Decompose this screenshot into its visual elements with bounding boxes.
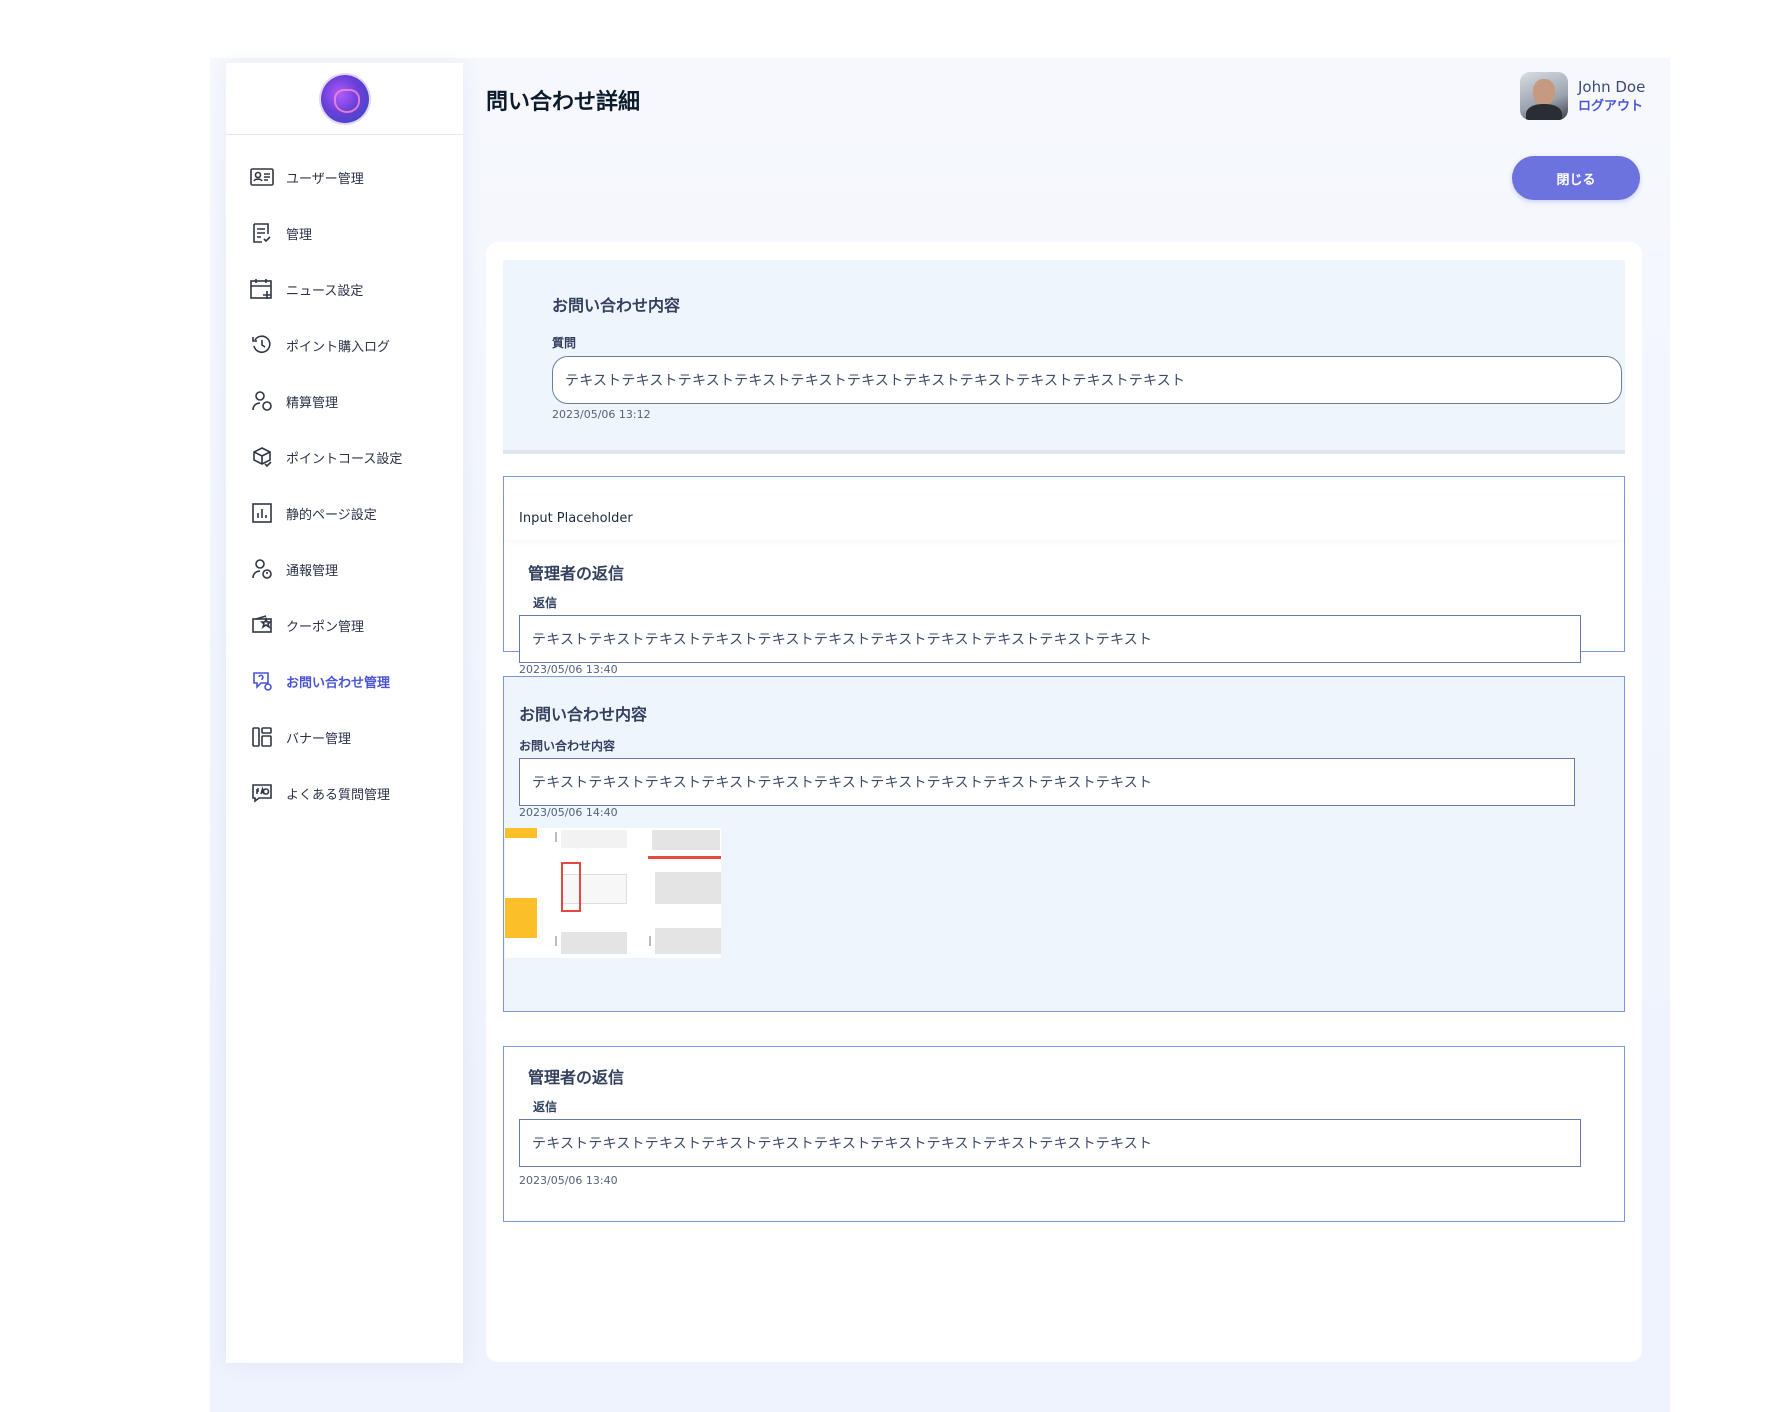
sidebar-item-banner[interactable]: バナー管理 xyxy=(226,709,463,765)
sidebar-item-label: クーポン管理 xyxy=(286,619,365,635)
page: ユーザー管理 管理 ニュース設定 ポイント購入ログ 精算管理 ポイントコース設定… xyxy=(0,0,1772,1412)
admin-reply-heading: 管理者の返信 xyxy=(528,564,625,583)
sidebar: ユーザー管理 管理 ニュース設定 ポイント購入ログ 精算管理 ポイントコース設定… xyxy=(226,63,463,1363)
user-menu: John Doe ログアウト xyxy=(1520,72,1645,120)
sidebar-item-label: ニュース設定 xyxy=(286,283,364,299)
logo-area xyxy=(226,63,463,135)
coupon-icon xyxy=(250,613,274,637)
faq-icon xyxy=(250,781,274,805)
sidebar-item-label: 精算管理 xyxy=(286,395,339,411)
question-field[interactable]: テキストテキストテキストテキストテキストテキストテキストテキストテキストテキスト… xyxy=(552,356,1622,404)
sidebar-item-faq[interactable]: よくある質問管理 xyxy=(226,765,463,821)
close-button[interactable]: 閉じる xyxy=(1512,156,1640,200)
page-title: 問い合わせ詳細 xyxy=(486,90,641,115)
attachment-thumbnail[interactable] xyxy=(505,828,721,958)
inquiry-label-2: お問い合わせ内容 xyxy=(519,739,616,753)
reply-input[interactable]: Input Placeholder xyxy=(504,496,1624,540)
question-date: 2023/05/06 13:12 xyxy=(552,408,651,421)
sidebar-item-settlement[interactable]: 精算管理 xyxy=(226,373,463,429)
sidebar-item-label: ユーザー管理 xyxy=(286,171,364,187)
sidebar-item-label: バナー管理 xyxy=(286,731,352,747)
sidebar-item-label: お問い合わせ管理 xyxy=(286,675,391,691)
inquiry-value-2: テキストテキストテキストテキストテキストテキストテキストテキストテキストテキスト… xyxy=(532,775,1153,791)
inquiry-heading-2: お問い合わせ内容 xyxy=(519,705,648,724)
user-name: John Doe xyxy=(1578,77,1646,96)
sidebar-item-label: ポイント購入ログ xyxy=(286,339,391,355)
banner-layout-icon xyxy=(250,725,274,749)
calendar-add-icon xyxy=(250,277,274,301)
history-icon xyxy=(250,333,274,357)
user-card-icon xyxy=(250,165,274,189)
user-info: John Doe ログアウト xyxy=(1578,76,1645,117)
sidebar-item-coupon[interactable]: クーポン管理 xyxy=(226,597,463,653)
logo[interactable] xyxy=(320,74,369,123)
inquiry-heading: お問い合わせ内容 xyxy=(552,296,681,315)
reply-value: テキストテキストテキストテキストテキストテキストテキストテキストテキストテキスト… xyxy=(532,632,1153,648)
sidebar-item-label: 静的ページ設定 xyxy=(286,507,377,523)
inquiry-date-2: 2023/05/06 14:40 xyxy=(519,806,618,819)
box-check-icon xyxy=(250,445,274,469)
sidebar-item-point-purchase-log[interactable]: ポイント購入ログ xyxy=(226,317,463,373)
user-alert-icon xyxy=(250,557,274,581)
sidebar-item-static-page[interactable]: 静的ページ設定 xyxy=(226,485,463,541)
reply-value-2: テキストテキストテキストテキストテキストテキストテキストテキストテキストテキスト… xyxy=(532,1136,1153,1152)
sidebar-item-user-management[interactable]: ユーザー管理 xyxy=(226,149,463,205)
sidebar-item-report[interactable]: 通報管理 xyxy=(226,541,463,597)
reply-field[interactable]: テキストテキストテキストテキストテキストテキストテキストテキストテキストテキスト… xyxy=(519,615,1581,663)
sidebar-item-management[interactable]: 管理 xyxy=(226,205,463,261)
sidebar-item-point-course[interactable]: ポイントコース設定 xyxy=(226,429,463,485)
inquiry-field-2[interactable]: テキストテキストテキストテキストテキストテキストテキストテキストテキストテキスト… xyxy=(519,758,1575,806)
sidebar-item-label: 通報管理 xyxy=(286,563,339,579)
reply-date-2: 2023/05/06 13:40 xyxy=(519,1174,618,1187)
user-settle-icon xyxy=(250,389,274,413)
avatar[interactable] xyxy=(1520,72,1568,120)
inquiry-icon xyxy=(250,669,274,693)
reply-date: 2023/05/06 13:40 xyxy=(519,663,618,676)
reply-label: 返信 xyxy=(533,596,558,610)
admin-reply-heading-2: 管理者の返信 xyxy=(528,1068,625,1087)
reply-label-2: 返信 xyxy=(533,1100,558,1114)
sidebar-item-label: 管理 xyxy=(286,227,313,243)
sidebar-item-label: ポイントコース設定 xyxy=(286,451,403,467)
question-label: 質問 xyxy=(552,336,577,350)
reply-field-2[interactable]: テキストテキストテキストテキストテキストテキストテキストテキストテキストテキスト… xyxy=(519,1119,1581,1167)
document-check-icon xyxy=(250,221,274,245)
question-value: テキストテキストテキストテキストテキストテキストテキストテキストテキストテキスト… xyxy=(565,373,1186,389)
sidebar-item-news-settings[interactable]: ニュース設定 xyxy=(226,261,463,317)
logout-link[interactable]: ログアウト xyxy=(1578,98,1645,116)
sidebar-item-label: よくある質問管理 xyxy=(286,787,391,803)
chart-page-icon xyxy=(250,501,274,525)
sidebar-item-inquiry[interactable]: お問い合わせ管理 xyxy=(226,653,463,709)
sidebar-nav: ユーザー管理 管理 ニュース設定 ポイント購入ログ 精算管理 ポイントコース設定… xyxy=(226,135,463,821)
